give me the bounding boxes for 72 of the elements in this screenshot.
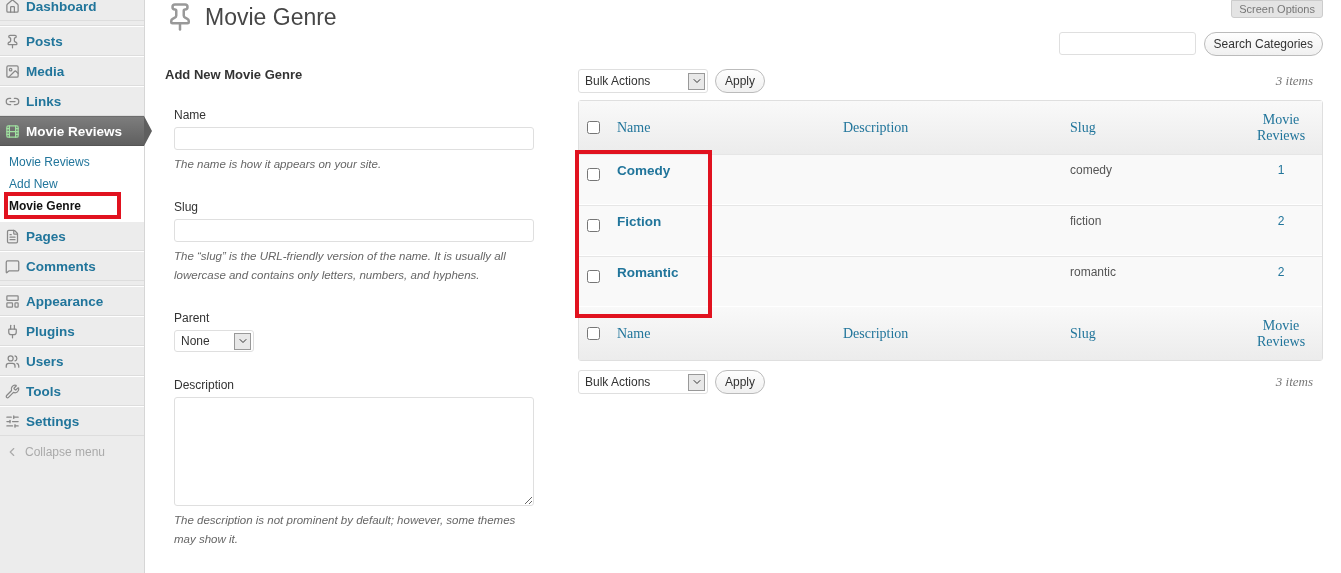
- menu-icon: [5, 293, 20, 309]
- column-header[interactable]: Movie Reviews: [1240, 111, 1322, 144]
- field-hint: The description is not prominent by default; however, some themes may show it.: [174, 513, 517, 547]
- submenu-item[interactable]: Movie Genre: [0, 195, 144, 217]
- menu-icon: [5, 0, 20, 14]
- field-label: Name: [174, 108, 207, 122]
- caret-icon: [688, 72, 705, 90]
- submenu-item[interactable]: Movie Reviews: [0, 151, 144, 173]
- apply-button[interactable]: Apply: [715, 69, 766, 93]
- column-header[interactable]: Name: [617, 119, 843, 136]
- menu-item[interactable]: Tools: [0, 376, 144, 406]
- menu-item[interactable]: Users: [0, 346, 144, 376]
- row-checkbox[interactable]: [587, 270, 600, 283]
- count-link[interactable]: 2: [1277, 265, 1285, 279]
- menu-item[interactable]: Movie Reviews: [0, 116, 144, 146]
- count-link[interactable]: 1: [1277, 163, 1285, 177]
- slug-cell: comedy: [1070, 163, 1113, 177]
- menu-icon: [5, 228, 20, 244]
- row-checkbox[interactable]: [587, 219, 600, 232]
- bulk-actions-label: Bulk Actions: [585, 74, 651, 88]
- field-label: Parent: [174, 311, 211, 325]
- menu-item[interactable]: Settings: [0, 406, 144, 436]
- column-header[interactable]: Movie Reviews: [1240, 317, 1322, 350]
- menu-icon: [5, 413, 20, 429]
- menu-item[interactable]: Appearance: [0, 286, 144, 316]
- screen-options-button[interactable]: Screen Options: [1231, 0, 1323, 18]
- page-title: Movie Genre: [205, 3, 337, 31]
- text-field[interactable]: [174, 219, 534, 242]
- column-header[interactable]: Slug: [1070, 119, 1240, 136]
- column-header[interactable]: Name: [617, 325, 843, 342]
- genre-name-link[interactable]: Comedy: [617, 163, 671, 178]
- description-field[interactable]: [174, 397, 534, 506]
- menu-icon: [5, 323, 20, 339]
- menu-icon: [5, 33, 20, 49]
- genre-name-link[interactable]: Fiction: [617, 214, 662, 229]
- menu-item[interactable]: Posts: [0, 26, 144, 56]
- menu-icon: [5, 383, 20, 399]
- parent-dropdown[interactable]: None: [174, 330, 254, 352]
- bulk-actions-label: Bulk Actions: [585, 375, 651, 389]
- genre-name-link[interactable]: Romantic: [617, 265, 679, 280]
- text-field[interactable]: [174, 127, 534, 150]
- count-link[interactable]: 2: [1277, 214, 1285, 228]
- menu-icon: [5, 123, 20, 139]
- field-label: Description: [174, 378, 236, 392]
- select-all-checkbox[interactable]: [587, 121, 600, 134]
- menu-icon: [5, 353, 20, 369]
- menu-icon: [5, 63, 20, 79]
- menu-item[interactable]: Media: [0, 56, 144, 86]
- submenu-item[interactable]: Add New: [0, 173, 144, 195]
- bulk-actions-dropdown[interactable]: Bulk Actions: [578, 69, 708, 93]
- slug-cell: fiction: [1070, 214, 1102, 228]
- item-count: 3 items: [1275, 374, 1314, 390]
- caret-icon: [234, 332, 251, 350]
- column-header[interactable]: Slug: [1070, 325, 1240, 342]
- field-label: Slug: [174, 200, 200, 214]
- menu-item[interactable]: Plugins: [0, 316, 144, 346]
- bulk-actions-dropdown[interactable]: Bulk Actions: [578, 370, 708, 394]
- caret-icon: [688, 373, 705, 391]
- menu-item[interactable]: Pages: [0, 221, 144, 251]
- row-checkbox[interactable]: [587, 168, 600, 181]
- item-count: 3 items: [1275, 73, 1314, 89]
- apply-button[interactable]: Apply: [715, 370, 766, 394]
- select-all-checkbox[interactable]: [587, 327, 600, 340]
- menu-icon: [5, 258, 20, 274]
- slug-cell: romantic: [1070, 265, 1116, 279]
- form-title: Add New Movie Genre: [165, 67, 304, 82]
- field-hint: The “slug” is the URL-friendly version of the name. It is usually all lowercase and contains only letters, numbers, and hyphens.: [174, 249, 507, 283]
- column-header[interactable]: Description: [843, 119, 1070, 136]
- field-hint: The name is how it appears on your site.: [174, 157, 383, 172]
- search-button[interactable]: Search Categories: [1203, 32, 1323, 56]
- search-field[interactable]: [1058, 32, 1196, 55]
- column-header[interactable]: Description: [843, 325, 1070, 342]
